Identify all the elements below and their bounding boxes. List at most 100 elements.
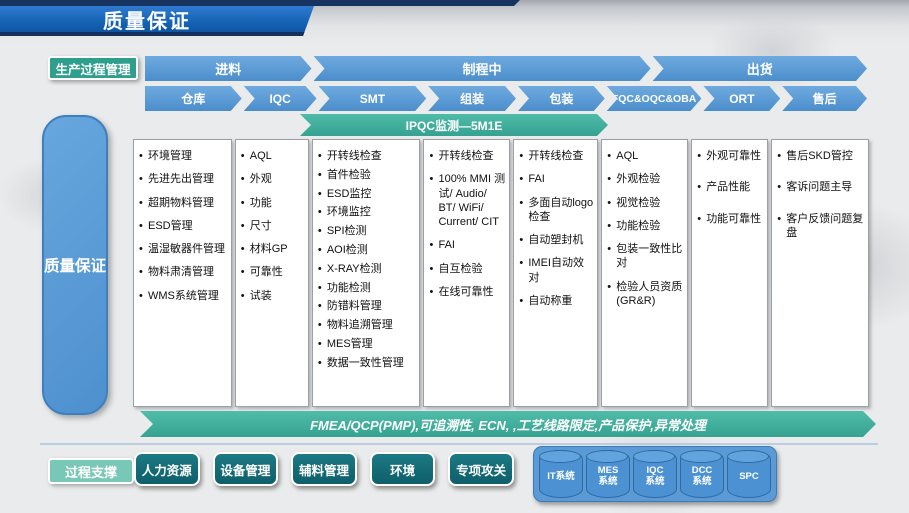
- support-button[interactable]: 环境: [370, 452, 436, 486]
- column-list: AQL 外观功能尺寸材料GP 可靠性试装: [239, 149, 305, 303]
- page-title: 质量保证: [103, 5, 191, 34]
- step-arrow: 组装: [428, 86, 516, 111]
- list-item: 环境监控: [316, 205, 417, 219]
- ipqc-monitor-arrow: IPQC监测—5M1E: [300, 114, 608, 136]
- list-item: 功能: [239, 196, 305, 210]
- fmea-tools-arrow: FMEA/QCP(PMP),可追溯性, ECN, ,工艺线路限定,产品保护,异常…: [140, 411, 876, 437]
- system-cylinder: SPC: [727, 450, 771, 498]
- title-banner: 质量保证: [0, 6, 314, 36]
- list-item: 开转线检查: [316, 149, 417, 163]
- support-button[interactable]: 人力资源: [134, 452, 200, 486]
- list-item: AQL: [239, 149, 305, 163]
- list-item: 尺寸: [239, 219, 305, 233]
- ipqc-monitor-label: IPQC监测—5M1E: [406, 117, 503, 134]
- system-cylinder-label: DCC 系统: [692, 466, 713, 488]
- stage-arrow-row: 进料制程中出货: [145, 56, 867, 81]
- list-item: 超期物料管理: [137, 196, 228, 210]
- production-process-label: 生产过程管理: [48, 56, 138, 80]
- support-button-row: 人力资源设备管理辅料管理环境专项攻关: [134, 452, 514, 486]
- list-item: 检验人员资质 (GR&R): [605, 280, 684, 309]
- list-item: 功能检验: [605, 219, 684, 233]
- column: 开转线检查首件检验 ESD监控环境监控 SPI检测 AOI检测 X-RAY检测功能检测防…: [312, 139, 421, 407]
- slide-background: 质量保证 生产过程管理 进料制程中出货 仓库IQCSMT组装包装FQC&OQC&…: [0, 0, 909, 513]
- support-button[interactable]: 专项攻关: [448, 452, 514, 486]
- list-item: AOI检测: [316, 243, 417, 257]
- step-arrow-row: 仓库IQCSMT组装包装FQC&OQC&OBAORT售后: [145, 86, 867, 111]
- list-item: 可靠性: [239, 265, 305, 279]
- step-arrow: 售后: [782, 86, 867, 111]
- system-cylinder-label: IT系统: [547, 472, 574, 483]
- list-item: FAI: [517, 172, 594, 186]
- list-item: 售后SKD管控: [775, 149, 865, 163]
- column: 开转线检查 FAI 多面自动logo 检查自动塑封机 IMEI自动效对自动称重: [513, 139, 598, 407]
- bottom-divider: [40, 443, 878, 445]
- system-cylinder-label: SPC: [739, 472, 759, 483]
- list-item: MES管理: [316, 337, 417, 351]
- list-item: 物料追溯管理: [316, 318, 417, 332]
- stage-arrow: 进料: [145, 56, 312, 81]
- list-item: X-RAY检测: [316, 262, 417, 276]
- list-item: 客诉问题主导: [775, 180, 865, 194]
- step-arrow: ORT: [703, 86, 780, 111]
- system-cylinder: MES 系统: [586, 450, 630, 498]
- systems-panel: IT系统 MES 系统 IQC 系统 DCC 系统 SPC: [533, 446, 777, 502]
- list-item: 防错料管理: [316, 299, 417, 313]
- system-cylinder: IT系统: [539, 450, 583, 498]
- column-list: AQL 外观检验视觉检验功能检验包装一致性比对检验人员资质 (GR&R): [605, 149, 684, 308]
- list-item: 包装一致性比对: [605, 242, 684, 271]
- list-item: 多面自动logo 检查: [517, 196, 594, 225]
- column: 外观可靠性产品性能功能可靠性: [691, 139, 768, 407]
- list-item: 环境管理: [137, 149, 228, 163]
- list-item: 自互检验: [427, 262, 506, 276]
- top-navy-strip: [0, 0, 520, 6]
- qa-pill: 质量保证: [42, 115, 108, 415]
- column: 售后SKD管控客诉问题主导客户反馈问题复盘: [771, 139, 869, 407]
- support-button[interactable]: 设备管理: [213, 452, 279, 486]
- qa-pill-label: 质量保证: [44, 254, 106, 276]
- list-item: 外观检验: [605, 172, 684, 186]
- system-cylinder: DCC 系统: [680, 450, 724, 498]
- fmea-tools-label: FMEA/QCP(PMP),可追溯性, ECN, ,工艺线路限定,产品保护,异常…: [310, 415, 706, 434]
- step-arrow: 仓库: [145, 86, 242, 111]
- column-list: 开转线检查首件检验 ESD监控环境监控 SPI检测 AOI检测 X-RAY检测功能检测防…: [316, 149, 417, 370]
- step-arrow: IQC: [244, 86, 317, 111]
- list-item: 首件检验: [316, 168, 417, 182]
- list-item: 材料GP: [239, 242, 305, 256]
- step-arrow: 包装: [518, 86, 605, 111]
- step-arrow: FQC&OQC&OBA: [607, 86, 702, 111]
- column-list: 开转线检查 FAI 多面自动logo 检查自动塑封机 IMEI自动效对自动称重: [517, 149, 594, 308]
- column: 环境管理先进先出管理超期物料管理ESD管理温湿敏器件管理物料肃清管理WMS系统管…: [133, 139, 232, 407]
- system-cylinder: IQC 系统: [633, 450, 677, 498]
- list-item: 视觉检验: [605, 196, 684, 210]
- list-item: 功能检测: [316, 281, 417, 295]
- support-button[interactable]: 辅料管理: [291, 452, 357, 486]
- column-list: 开转线检查100% MMI 测试/ Audio/ BT/ WiFi/ Curre…: [427, 149, 506, 299]
- list-item: AQL: [605, 149, 684, 163]
- step-arrow: SMT: [319, 86, 427, 111]
- column-list: 售后SKD管控客诉问题主导客户反馈问题复盘: [775, 149, 865, 240]
- list-item: 在线可靠性: [427, 285, 506, 299]
- list-item: ESD管理: [137, 219, 228, 233]
- column: 开转线检查100% MMI 测试/ Audio/ BT/ WiFi/ Curre…: [423, 139, 510, 407]
- list-item: 功能可靠性: [695, 212, 764, 226]
- list-item: SPI检测: [316, 224, 417, 238]
- list-item: ESD监控: [316, 187, 417, 201]
- list-item: 开转线检查: [517, 149, 594, 163]
- column: AQL 外观功能尺寸材料GP 可靠性试装: [235, 139, 309, 407]
- column-list: 外观可靠性产品性能功能可靠性: [695, 149, 764, 226]
- list-item: 外观: [239, 172, 305, 186]
- list-item: 试装: [239, 289, 305, 303]
- process-columns: 环境管理先进先出管理超期物料管理ESD管理温湿敏器件管理物料肃清管理WMS系统管…: [133, 139, 869, 407]
- list-item: 温湿敏器件管理: [137, 242, 228, 256]
- column-list: 环境管理先进先出管理超期物料管理ESD管理温湿敏器件管理物料肃清管理WMS系统管…: [137, 149, 228, 303]
- list-item: 数据一致性管理: [316, 356, 417, 370]
- column: AQL 外观检验视觉检验功能检验包装一致性比对检验人员资质 (GR&R): [601, 139, 688, 407]
- system-cylinder-label: IQC 系统: [645, 466, 664, 488]
- list-item: 自动称重: [517, 294, 594, 308]
- list-item: WMS系统管理: [137, 289, 228, 303]
- list-item: IMEI自动效对: [517, 256, 594, 285]
- list-item: 100% MMI 测试/ Audio/ BT/ WiFi/ Current/ C…: [427, 172, 506, 229]
- list-item: 自动塑封机: [517, 233, 594, 247]
- stage-arrow: 制程中: [314, 56, 651, 81]
- list-item: FAI: [427, 238, 506, 252]
